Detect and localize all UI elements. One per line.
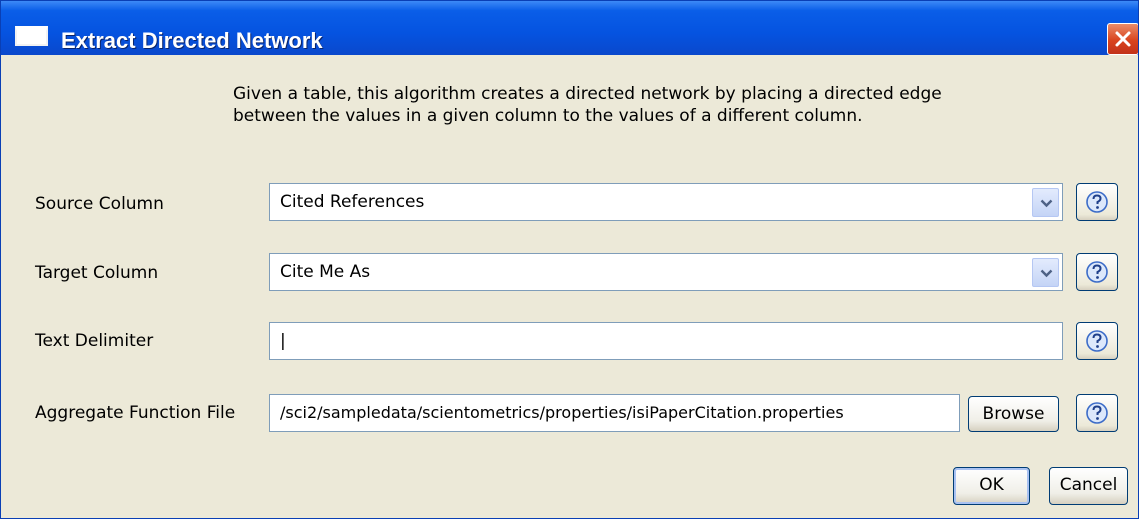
title-bar[interactable]: Extract Directed Network [1, 1, 1138, 55]
source-column-select[interactable]: Cited References [269, 183, 1063, 221]
target-column-select[interactable]: Cite Me As [269, 253, 1063, 291]
target-column-label: Target Column [35, 263, 159, 283]
aggregate-function-file-input[interactable]: /sci2/sampledata/scientometrics/properti… [269, 394, 960, 432]
source-column-help-button[interactable] [1076, 183, 1118, 221]
close-icon [1115, 31, 1131, 47]
help-icon [1086, 261, 1108, 283]
source-column-dropdown-button[interactable] [1032, 188, 1059, 217]
aggregate-function-file-value: /sci2/sampledata/scientometrics/properti… [280, 403, 844, 422]
help-icon [1086, 402, 1108, 424]
algorithm-description: Given a table, this algorithm creates a … [233, 84, 942, 126]
browse-button[interactable]: Browse [968, 396, 1059, 432]
chevron-down-icon [1040, 269, 1053, 278]
target-column-value: Cite Me As [280, 262, 371, 282]
window-title: Extract Directed Network [61, 28, 323, 53]
aggregate-function-file-help-button[interactable] [1076, 394, 1118, 432]
cancel-button[interactable]: Cancel [1049, 467, 1128, 505]
target-column-dropdown-button[interactable] [1032, 258, 1059, 287]
help-icon [1086, 191, 1108, 213]
text-delimiter-label: Text Delimiter [35, 331, 154, 351]
source-column-value: Cited References [280, 192, 425, 212]
text-delimiter-value: | [280, 331, 286, 351]
text-delimiter-input[interactable]: | [269, 322, 1063, 360]
help-icon [1086, 330, 1108, 352]
ok-button[interactable]: OK [953, 467, 1030, 505]
close-button[interactable] [1107, 23, 1138, 55]
window-icon [15, 26, 48, 46]
chevron-down-icon [1040, 199, 1053, 208]
text-delimiter-help-button[interactable] [1076, 322, 1118, 360]
source-column-label: Source Column [35, 194, 164, 214]
aggregate-function-file-label: Aggregate Function File [35, 403, 236, 423]
dialog-window: Extract Directed Network Given a table, … [0, 0, 1139, 519]
target-column-help-button[interactable] [1076, 253, 1118, 291]
